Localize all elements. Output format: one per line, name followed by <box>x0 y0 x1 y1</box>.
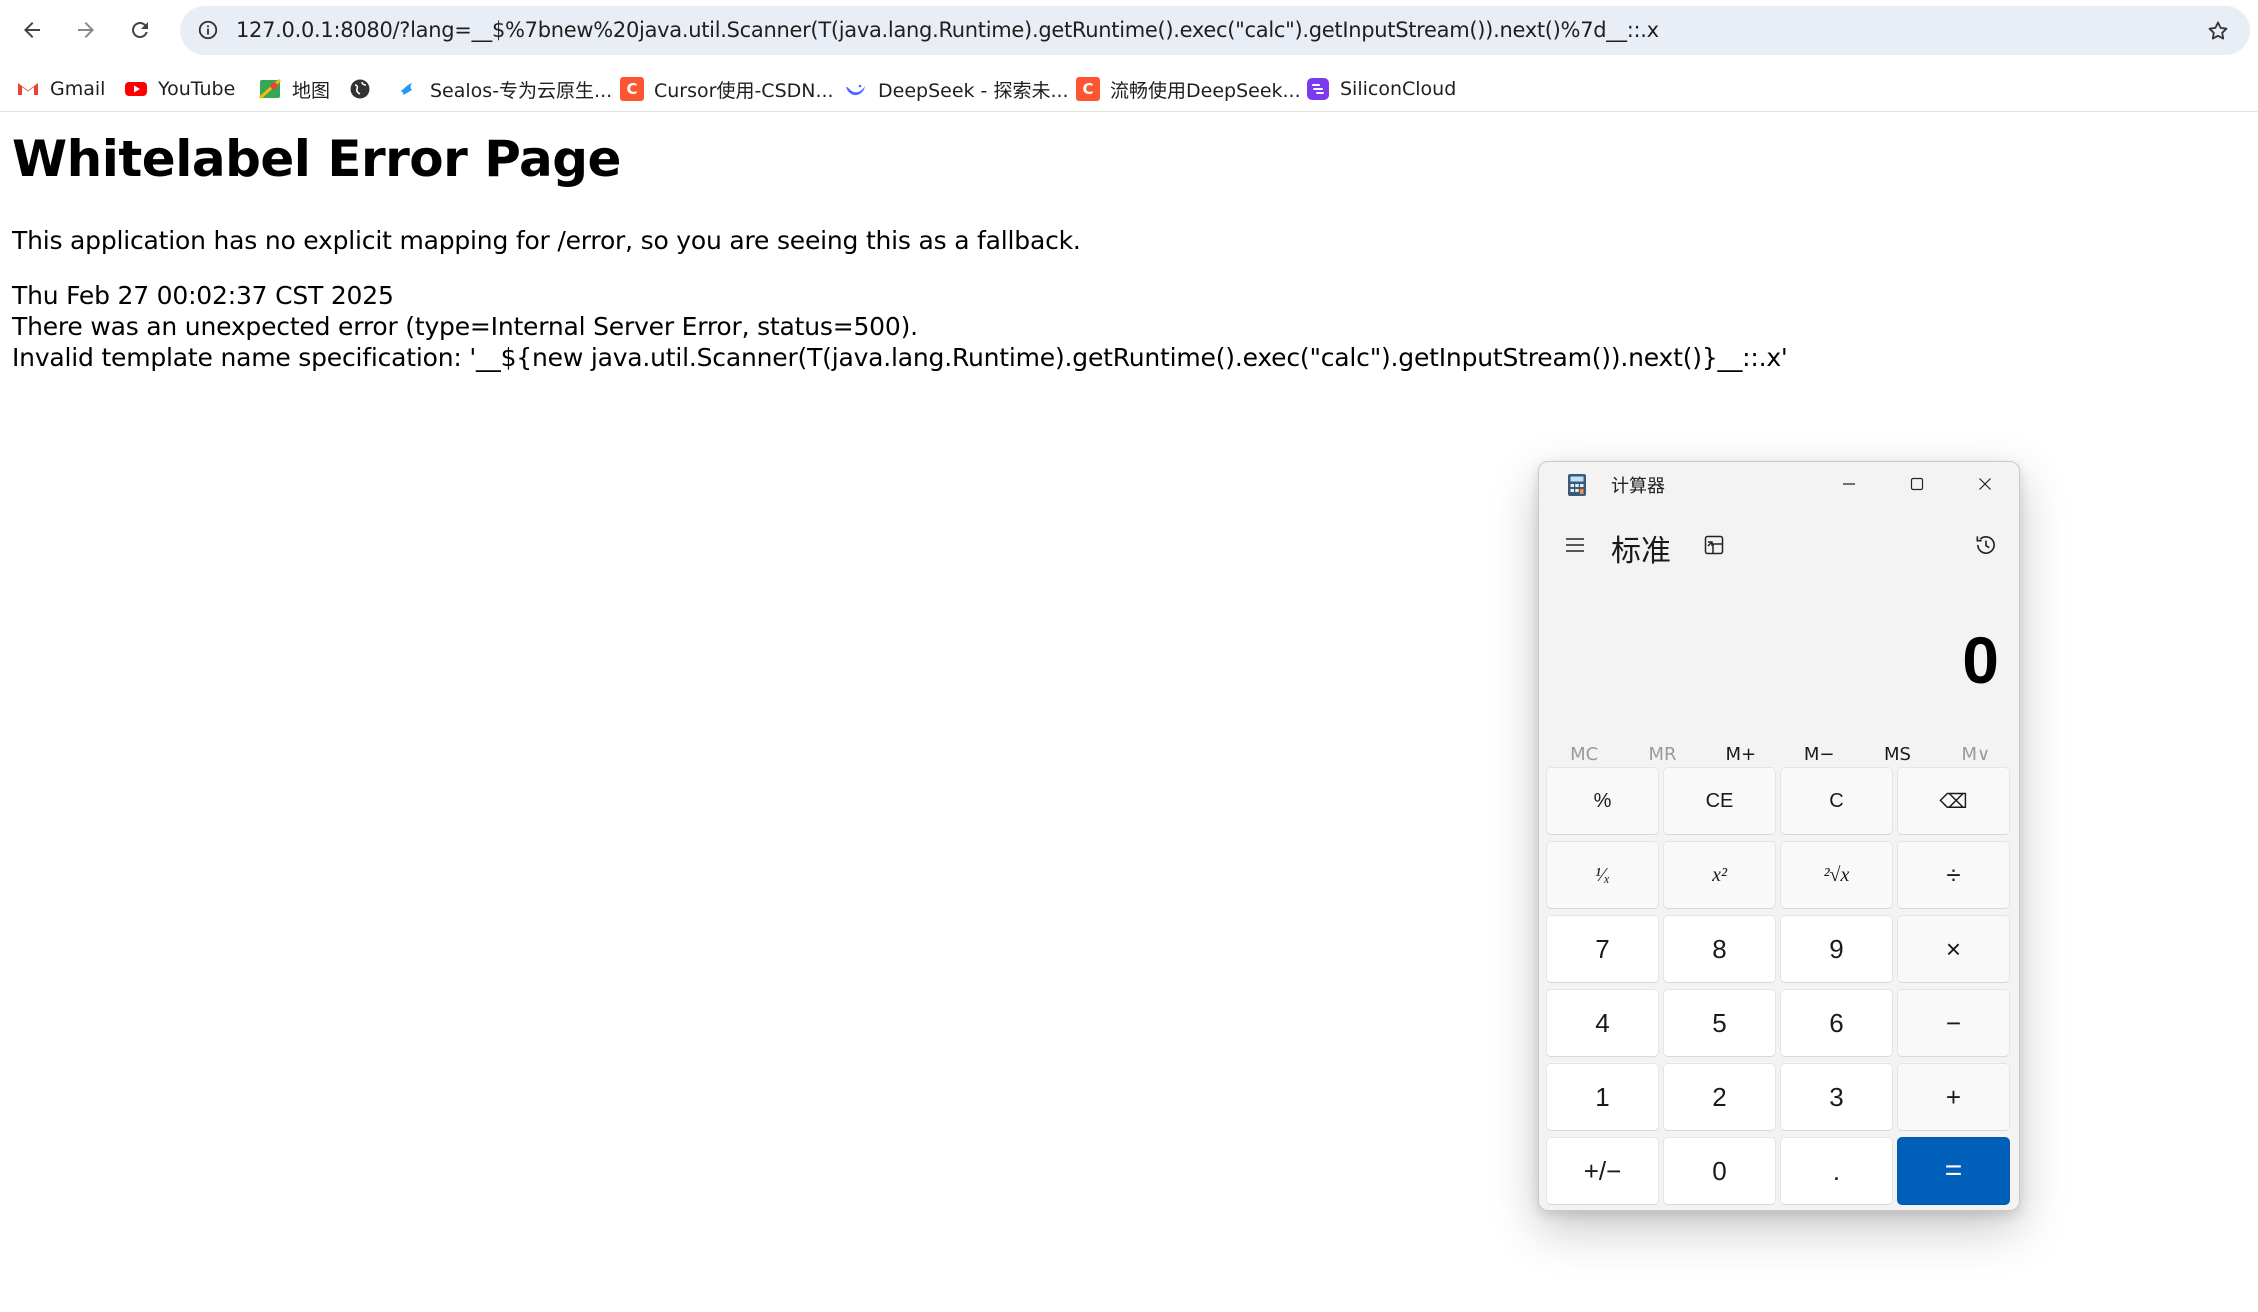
calculator-display: 0 <box>1962 623 1999 697</box>
calculator-keypad: % CE C ⌫ ¹⁄ₓ x² ²√x ÷ 7 8 9 × 4 5 6− 1 2 3 + +/− 0. = <box>1546 767 2014 1205</box>
arrow-left-icon <box>24 22 40 38</box>
digit-9-key[interactable]: 9 <box>1780 915 1893 983</box>
digit-5-key[interactable]: 5 <box>1663 989 1776 1057</box>
bookmark-label: Sealos-专为云原生... <box>430 79 613 102</box>
equals-key[interactable]: = <box>1897 1137 2010 1205</box>
error-status: There was an unexpected error (type=Inte… <box>12 312 918 341</box>
bookmark-sealos[interactable]: Sealos-专为云原生... <box>396 73 612 105</box>
reload-button[interactable] <box>122 12 158 48</box>
maps-icon <box>258 77 282 101</box>
bookmark-siliconcloud[interactable]: SiliconCloud <box>1306 73 1456 105</box>
digit-8-key[interactable]: 8 <box>1663 915 1776 983</box>
calculator-title: 计算器 <box>1611 476 1665 497</box>
calculator-window: 计算器 标准 0 MC MR M+ M− MS M∨ % CE C ⌫ ¹⁄ₓ x² ²√x… <box>1538 461 2020 1211</box>
multiply-key[interactable]: × <box>1897 915 2010 983</box>
bookmark-maps[interactable]: 地图 <box>258 73 330 105</box>
minimize-icon <box>1843 483 1855 485</box>
bookmark-deepseek[interactable]: DeepSeek - 探索未... <box>844 73 1069 105</box>
backspace-key[interactable]: ⌫ <box>1897 767 2010 835</box>
calculator-mode-title: 标准 <box>1611 534 1671 569</box>
digit-7-key[interactable]: 7 <box>1546 915 1659 983</box>
bookmark-deepseek-csdn[interactable]: C 流畅使用DeepSeek... <box>1076 73 1301 105</box>
fallback-message: This application has no explicit mapping… <box>12 226 1081 255</box>
browser-toolbar: 127.0.0.1:8080/?lang=__$%7bnew%20java.ut… <box>0 0 2258 60</box>
calculator-header: 标准 <box>1539 522 2019 569</box>
deepseek-icon <box>844 77 868 101</box>
error-detail: Invalid template name specification: '__… <box>12 343 1788 372</box>
clear-key[interactable]: C <box>1780 767 1893 835</box>
digit-1-key[interactable]: 1 <box>1546 1063 1659 1131</box>
reload-icon <box>132 22 148 38</box>
keep-on-top-icon <box>1704 535 1724 555</box>
digit-4-key[interactable]: 4 <box>1546 989 1659 1057</box>
negate-key[interactable]: +/− <box>1546 1137 1659 1205</box>
close-icon <box>1979 478 1991 490</box>
bookmark-label: DeepSeek - 探索未... <box>878 79 1069 102</box>
history-button[interactable] <box>1969 528 2003 562</box>
csdn-icon: C <box>1076 77 1100 101</box>
bookmark-label: SiliconCloud <box>1340 78 1457 100</box>
csdn-icon: C <box>620 77 644 101</box>
digit-0-key[interactable]: 0 <box>1663 1137 1776 1205</box>
bookmark-cursor-csdn[interactable]: C Cursor使用-CSDN... <box>620 73 834 105</box>
close-button[interactable] <box>1951 462 2019 506</box>
back-button[interactable] <box>14 12 50 48</box>
digit-3-key[interactable]: 3 <box>1780 1063 1893 1131</box>
bookmark-label: Gmail <box>50 78 106 100</box>
bookmark-label: Cursor使用-CSDN... <box>654 79 834 102</box>
youtube-icon <box>124 77 148 101</box>
bookmark-gmail[interactable]: Gmail <box>16 73 105 105</box>
add-key[interactable]: + <box>1897 1063 2010 1131</box>
url-text[interactable]: 127.0.0.1:8080/?lang=__$%7bnew%20java.ut… <box>236 18 1659 42</box>
page-title: Whitelabel Error Page <box>12 130 621 188</box>
gmail-icon <box>16 77 40 101</box>
clear-entry-key[interactable]: CE <box>1663 767 1776 835</box>
hamburger-menu-icon <box>1566 538 1584 552</box>
bookmark-label: YouTube <box>158 78 236 100</box>
divide-key[interactable]: ÷ <box>1897 841 2010 909</box>
digit-6-key[interactable]: 6 <box>1780 989 1893 1057</box>
arrow-right-icon <box>78 22 94 38</box>
bookmark-star-icon[interactable] <box>2204 17 2232 45</box>
address-bar[interactable]: 127.0.0.1:8080/?lang=__$%7bnew%20java.ut… <box>180 6 2250 55</box>
maximize-icon <box>1910 477 1924 491</box>
globe-icon <box>348 77 372 101</box>
subtract-key[interactable]: − <box>1897 989 2010 1057</box>
error-timestamp: Thu Feb 27 00:02:37 CST 2025 <box>12 281 394 310</box>
history-icon <box>1976 536 1995 554</box>
percent-key[interactable]: % <box>1546 767 1659 835</box>
bookmark-label: 流畅使用DeepSeek... <box>1110 79 1301 102</box>
decimal-key[interactable]: . <box>1780 1137 1893 1205</box>
minimize-button[interactable] <box>1815 462 1883 506</box>
site-info-icon[interactable] <box>194 16 222 44</box>
maximize-button[interactable] <box>1883 462 1951 506</box>
calculator-titlebar[interactable]: 计算器 <box>1539 462 2019 506</box>
siliconcloud-icon <box>1306 77 1330 101</box>
sealos-icon <box>396 77 420 101</box>
bookmark-youtube[interactable]: YouTube <box>124 73 235 105</box>
bookmark-globe[interactable] <box>348 73 382 105</box>
reciprocal-key[interactable]: ¹⁄ₓ <box>1546 841 1659 909</box>
keep-on-top-button[interactable] <box>1699 530 1729 560</box>
square-key[interactable]: x² <box>1663 841 1776 909</box>
bookmark-label: 地图 <box>292 79 331 102</box>
digit-2-key[interactable]: 2 <box>1663 1063 1776 1131</box>
calculator-app-icon <box>1567 473 1587 497</box>
sqrt-key[interactable]: ²√x <box>1780 841 1893 909</box>
navigation-menu-button[interactable] <box>1557 528 1593 562</box>
bookmarks-bar: Gmail YouTube 地图 Sealos-专为云原生... C Curso… <box>0 66 2258 112</box>
forward-button[interactable] <box>68 12 104 48</box>
